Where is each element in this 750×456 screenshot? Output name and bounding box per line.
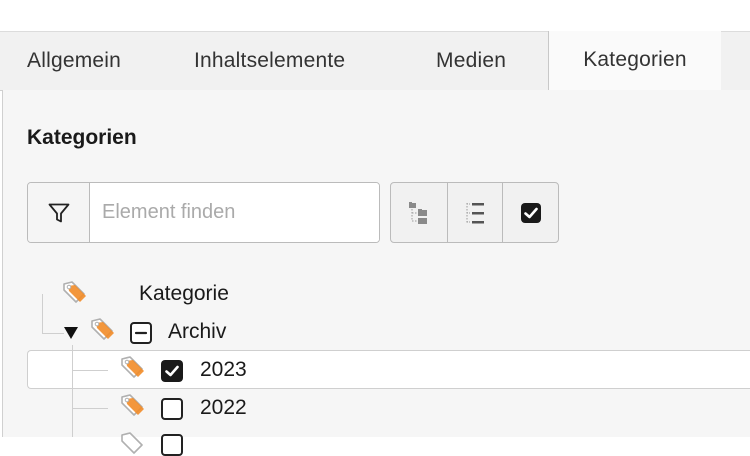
tree-line <box>72 345 73 437</box>
collapse-tree-button[interactable] <box>391 183 447 242</box>
collapse-tree-icon <box>408 201 427 224</box>
tab-kategorien[interactable]: Kategorien <box>548 31 722 92</box>
tab-allgemein[interactable]: Allgemein <box>27 32 121 91</box>
tree-line <box>42 333 64 334</box>
partial-checkbox[interactable] <box>130 322 152 344</box>
tree-node-label: Archiv <box>168 320 227 343</box>
unchecked-checkbox[interactable] <box>161 434 183 456</box>
tree-toolbar <box>390 182 559 243</box>
toggle-selection-button[interactable] <box>502 183 558 242</box>
tree-line <box>72 370 108 371</box>
tree-line <box>42 294 43 334</box>
tree-line <box>72 408 108 409</box>
checked-checkbox[interactable] <box>161 360 183 382</box>
tab-medien[interactable]: Medien <box>436 32 506 91</box>
filter-button[interactable] <box>28 183 90 242</box>
category-tag-icon <box>121 394 144 416</box>
tab-bar-end <box>721 31 750 91</box>
tab-bar: Allgemein Inhaltselemente Medien Kategor… <box>0 31 750 92</box>
caret-down-icon[interactable] <box>62 323 80 341</box>
tab-inhaltselemente[interactable]: Inhaltselemente <box>194 32 345 91</box>
category-tag-icon <box>91 318 114 340</box>
expand-list-icon <box>466 202 484 223</box>
filter-input[interactable] <box>90 183 379 242</box>
tree-node-label: 2023 <box>200 358 247 381</box>
tree-node-label: 2022 <box>200 396 247 419</box>
tree-node-label: Kategorie <box>139 282 229 305</box>
unchecked-checkbox[interactable] <box>161 398 183 420</box>
filter-group <box>27 182 380 243</box>
checkmark-icon <box>165 365 179 377</box>
checkbox-toggle-icon <box>520 202 541 223</box>
filter-funnel-icon <box>48 203 69 222</box>
category-tag-icon <box>63 281 86 303</box>
section-title: Kategorien <box>27 126 137 149</box>
expand-list-button[interactable] <box>446 183 503 242</box>
category-tag-icon <box>121 356 144 378</box>
minus-icon <box>134 331 148 335</box>
category-tag-icon <box>121 432 143 454</box>
